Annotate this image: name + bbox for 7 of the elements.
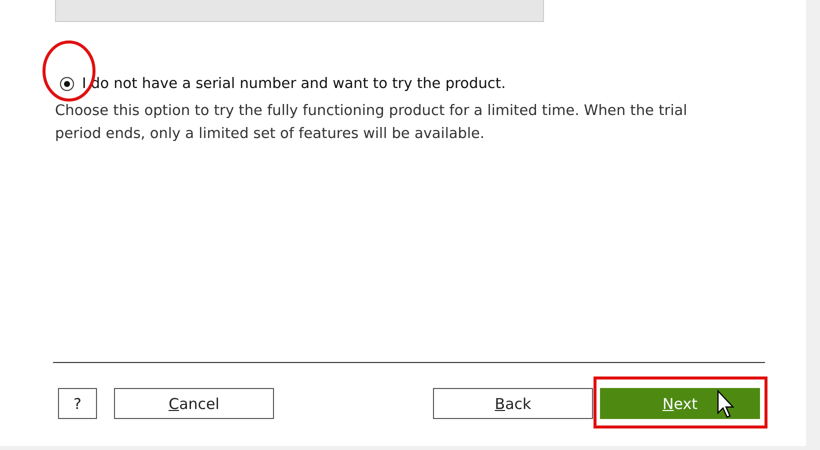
cursor-icon — [717, 389, 734, 418]
help-button[interactable]: ? — [58, 388, 97, 419]
option-description: Choose this option to try the fully functioning product for a limited time. When the trial period ends, only a limited set of features will be available. — [55, 102, 688, 144]
next-button[interactable]: Next — [600, 388, 760, 419]
cancel-button[interactable]: Cancel — [114, 388, 274, 419]
back-button[interactable]: Back — [433, 388, 593, 419]
radio-button[interactable] — [60, 77, 74, 91]
